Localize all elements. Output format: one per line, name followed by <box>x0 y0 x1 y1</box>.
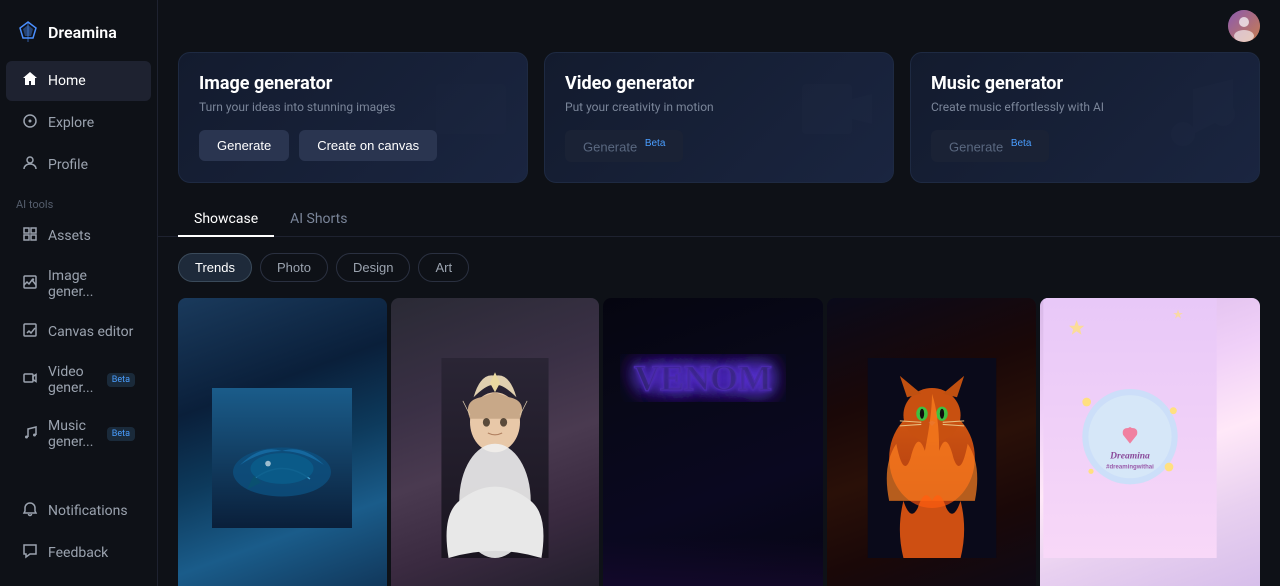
video-gen-beta: Beta <box>645 138 666 149</box>
filter-art[interactable]: Art <box>418 253 469 282</box>
sidebar: Dreamina Home Explore Profile AI tools A… <box>0 0 158 586</box>
sidebar-item-video-gen[interactable]: Video gener... Beta <box>6 354 151 406</box>
filter-design[interactable]: Design <box>336 253 410 282</box>
logo-text: Dreamina <box>48 23 117 42</box>
sidebar-item-label: Explore <box>48 115 94 131</box>
music-gen-bg-icon <box>1163 69 1243 161</box>
showcase-tabs: Showcase AI Shorts <box>158 203 1280 237</box>
video-generate-button[interactable]: Generate Beta <box>565 130 683 162</box>
sidebar-item-profile[interactable]: Profile <box>6 145 151 185</box>
music-generate-button[interactable]: Generate Beta <box>931 130 1049 162</box>
sidebar-item-label: Home <box>48 73 86 89</box>
filter-photo[interactable]: Photo <box>260 253 328 282</box>
sidebar-item-assets[interactable]: Assets <box>6 216 151 256</box>
sidebar-item-feedback[interactable]: Feedback <box>6 533 151 573</box>
feedback-icon <box>22 543 38 563</box>
sidebar-item-image-gen[interactable]: Image gener... <box>6 258 151 310</box>
gallery-item-cat[interactable] <box>827 298 1036 586</box>
sidebar-item-label: Canvas editor <box>48 324 133 340</box>
logo-icon <box>16 20 40 44</box>
sidebar-item-home[interactable]: Home <box>6 61 151 101</box>
image-gen-icon <box>22 274 38 294</box>
sidebar-item-canvas[interactable]: Canvas editor <box>6 312 151 352</box>
video-gen-bg-icon <box>797 69 877 161</box>
filter-trends[interactable]: Trends <box>178 253 252 282</box>
tab-ai-shorts[interactable]: AI Shorts <box>274 203 363 237</box>
profile-icon <box>22 155 38 175</box>
topbar <box>158 0 1280 52</box>
video-generator-card: Video generator Put your creativity in m… <box>544 52 894 183</box>
sidebar-item-explore[interactable]: Explore <box>6 103 151 143</box>
gallery-item-elf[interactable] <box>391 298 600 586</box>
canvas-icon <box>22 322 38 342</box>
image-generate-button[interactable]: Generate <box>199 130 289 161</box>
gallery-item-whale[interactable] <box>178 298 387 586</box>
assets-icon <box>22 226 38 246</box>
sidebar-item-label: Assets <box>48 228 91 244</box>
sidebar-item-notifications[interactable]: Notifications <box>6 491 151 531</box>
main-content: Image generator Turn your ideas into stu… <box>158 0 1280 586</box>
sidebar-item-music-gen[interactable]: Music gener... Beta <box>6 408 151 460</box>
gallery-item-dreamina[interactable]: Dreamina #dreamingwithai jan 🏆 ⭐ <box>1040 298 1260 586</box>
video-beta-badge: Beta <box>107 373 135 387</box>
logo: Dreamina <box>0 12 157 60</box>
sidebar-item-label: Notifications <box>48 503 128 519</box>
video-gen-icon <box>22 370 38 390</box>
sidebar-item-label: Profile <box>48 157 88 173</box>
ai-tools-label: AI tools <box>0 186 157 215</box>
home-icon <box>22 71 38 91</box>
sidebar-item-label: Feedback <box>48 545 108 561</box>
tab-showcase[interactable]: Showcase <box>178 203 274 237</box>
svg-text:#dreamingwithai: #dreamingwithai <box>1106 465 1154 471</box>
music-gen-icon <box>22 424 38 444</box>
user-avatar[interactable] <box>1228 10 1260 42</box>
gallery: VENOM VENOM <box>158 298 1280 586</box>
music-gen-beta: Beta <box>1011 138 1032 149</box>
sidebar-item-label: Video gener... <box>48 364 97 396</box>
generator-cards-section: Image generator Turn your ideas into stu… <box>158 52 1280 203</box>
music-generator-card: Music generator Create music effortlessl… <box>910 52 1260 183</box>
music-beta-badge: Beta <box>107 427 135 441</box>
sidebar-item-label: Image gener... <box>48 268 135 300</box>
explore-icon <box>22 113 38 133</box>
sidebar-item-label: Music gener... <box>48 418 97 450</box>
image-generator-card: Image generator Turn your ideas into stu… <box>178 52 528 183</box>
svg-text:Dreamina: Dreamina <box>1109 452 1150 462</box>
image-gen-bg-icon <box>431 69 511 161</box>
svg-text:VENOM: VENOM <box>634 358 772 398</box>
gallery-item-venom[interactable]: VENOM VENOM <box>603 298 823 586</box>
filter-pills: Trends Photo Design Art <box>158 253 1280 298</box>
notifications-icon <box>22 501 38 521</box>
create-on-canvas-button[interactable]: Create on canvas <box>299 130 437 161</box>
